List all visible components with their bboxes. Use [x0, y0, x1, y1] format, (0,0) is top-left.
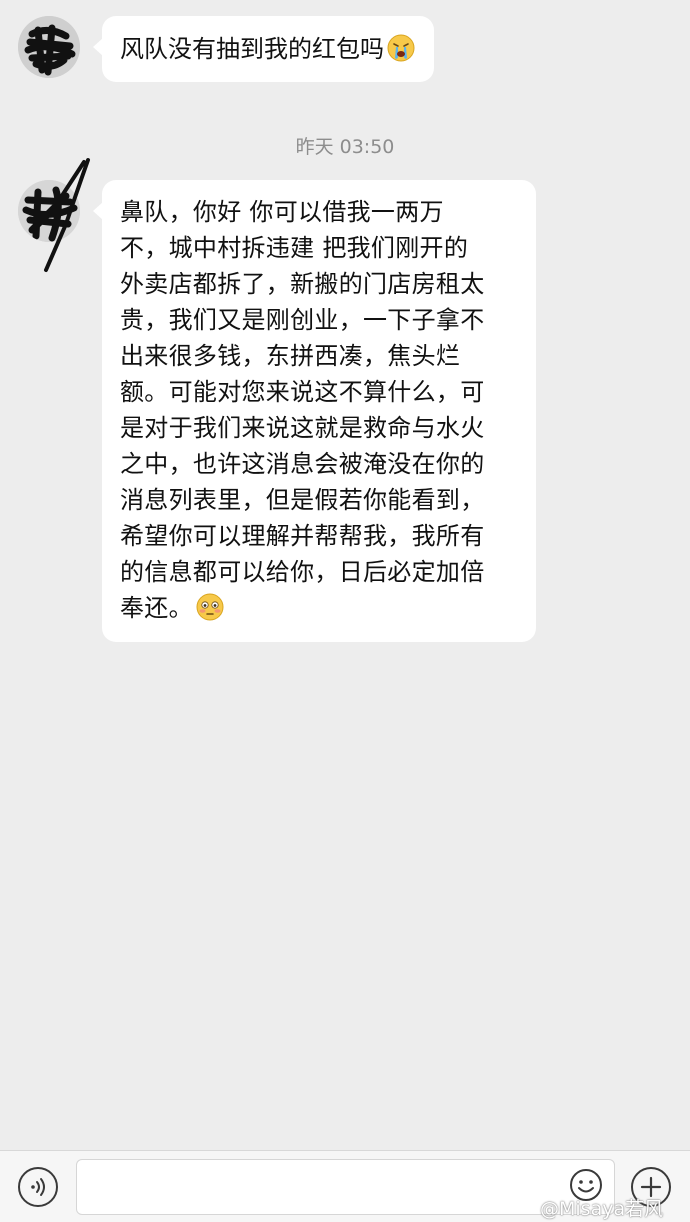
message-line-last: 奉还。 — [120, 590, 520, 626]
crying-face-emoji — [387, 34, 415, 62]
weibo-watermark: @Misaya若风 — [540, 1198, 664, 1220]
message-line: 出来很多钱，东拼西凑，焦头烂 — [120, 342, 461, 370]
message-line: 不，城中村拆违建 把我们刚开的 — [120, 234, 469, 262]
message-line: 的信息都可以给你，日后必定加倍 — [120, 558, 485, 586]
message-line: 鼻队，你好 你可以借我一两万 — [120, 198, 444, 226]
message-bubble[interactable]: 鼻队，你好 你可以借我一两万 不，城中村拆违建 把我们刚开的 外卖店都拆了，新搬… — [93, 180, 536, 642]
message-bubble[interactable]: 风队没有抽到我的红包吗 — [93, 16, 434, 82]
chat-area[interactable]: 风队没有抽到我的红包吗 昨天 03:50 鼻队，你好 你可以借我一两万 不，城中… — [0, 0, 690, 1150]
message-text: 风队没有抽到我的红包吗 — [120, 35, 384, 63]
message-line: 是对于我们来说这就是救命与水火 — [120, 414, 485, 442]
message-line: 外卖店都拆了，新搬的门店房租太 — [120, 270, 485, 298]
message-line: 额。可能对您来说这不算什么，可 — [120, 378, 485, 406]
message-input[interactable] — [76, 1159, 615, 1215]
scribble-redaction-icon — [18, 16, 80, 78]
voice-button[interactable] — [18, 1167, 58, 1207]
message-line: 奉还。 — [120, 594, 193, 622]
scribble-overflow-mark — [44, 158, 90, 272]
message-timestamp: 昨天 03:50 — [295, 136, 395, 158]
message-line: 贵，我们又是刚创业，一下子拿不 — [120, 306, 485, 334]
flushed-face-emoji — [196, 593, 224, 621]
message-line: 消息列表里，但是假若你能看到， — [120, 486, 485, 514]
message-line: 希望你可以理解并帮帮我，我所有 — [120, 522, 485, 550]
voice-icon — [31, 1178, 45, 1196]
sender-avatar[interactable] — [18, 16, 80, 78]
message-line: 之中，也许这消息会被淹没在你的 — [120, 450, 485, 478]
